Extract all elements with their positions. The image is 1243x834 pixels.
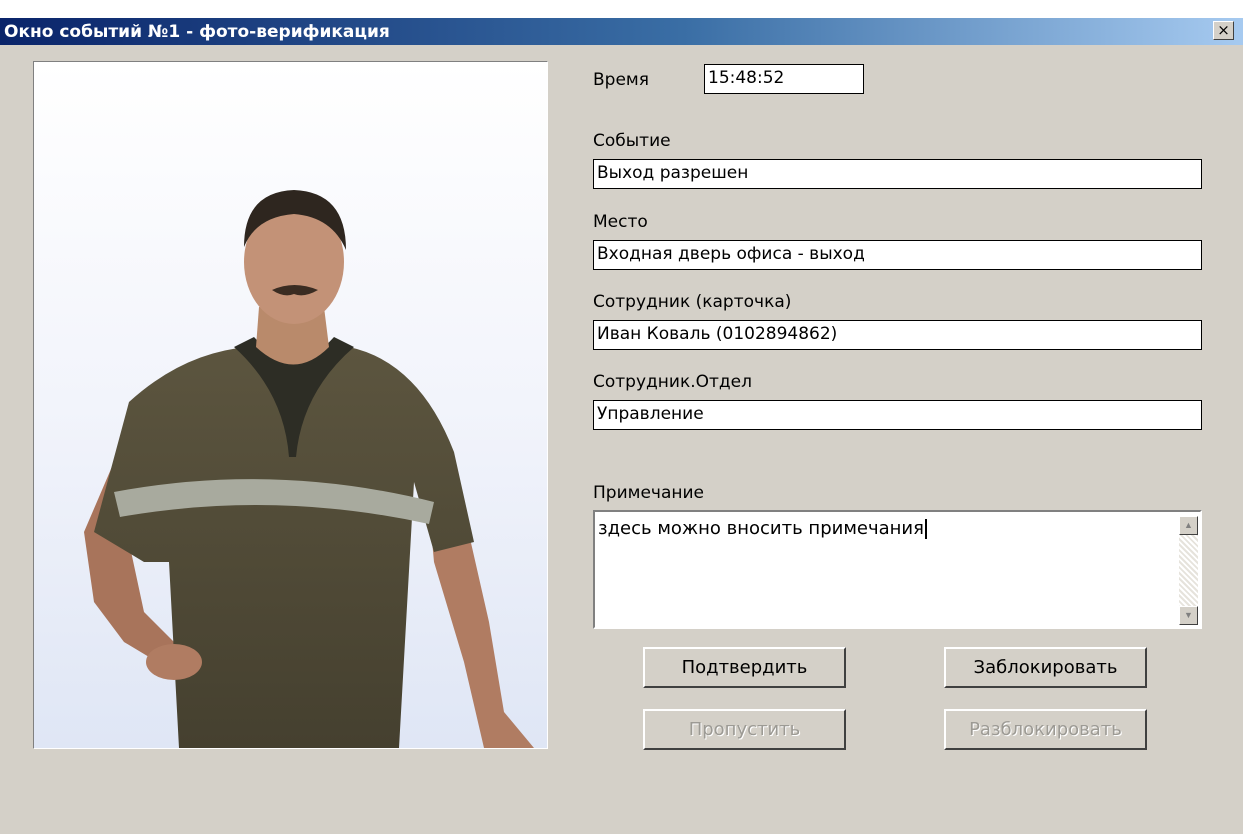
confirm-button[interactable]: Подтвердить: [643, 647, 846, 688]
close-icon: ×: [1217, 21, 1230, 39]
note-text: здесь можно вносить примечания: [598, 518, 927, 539]
event-label: Событие: [593, 131, 671, 151]
employee-photo: [33, 61, 548, 749]
department-label: Сотрудник.Отдел: [593, 372, 752, 392]
event-window: Окно событий №1 - фото-верификация × Вре…: [0, 18, 1243, 834]
place-field[interactable]: Входная дверь офиса - выход: [593, 240, 1202, 270]
scroll-down-arrow-icon[interactable]: ▼: [1179, 606, 1198, 625]
close-button[interactable]: ×: [1213, 21, 1234, 40]
event-field[interactable]: Выход разрешен: [593, 159, 1202, 189]
time-label: Время: [593, 70, 649, 90]
employee-label: Сотрудник (карточка): [593, 292, 792, 312]
unblock-button[interactable]: Разблокировать: [944, 709, 1147, 750]
text-caret: [924, 519, 927, 539]
scroll-up-arrow-icon[interactable]: ▲: [1179, 516, 1198, 535]
skip-button[interactable]: Пропустить: [643, 709, 846, 750]
place-label: Место: [593, 212, 648, 232]
window-title: Окно событий №1 - фото-верификация: [4, 22, 390, 42]
employee-field[interactable]: Иван Коваль (0102894862): [593, 320, 1202, 350]
note-scrollbar[interactable]: ▲ ▼: [1179, 516, 1198, 625]
department-field[interactable]: Управление: [593, 400, 1202, 430]
note-textarea[interactable]: здесь можно вносить примечания ▲ ▼: [593, 510, 1202, 629]
title-bar[interactable]: Окно событий №1 - фото-верификация ×: [0, 18, 1243, 45]
block-button[interactable]: Заблокировать: [944, 647, 1147, 688]
time-field[interactable]: 15:48:52: [704, 64, 864, 94]
note-label: Примечание: [593, 483, 704, 503]
